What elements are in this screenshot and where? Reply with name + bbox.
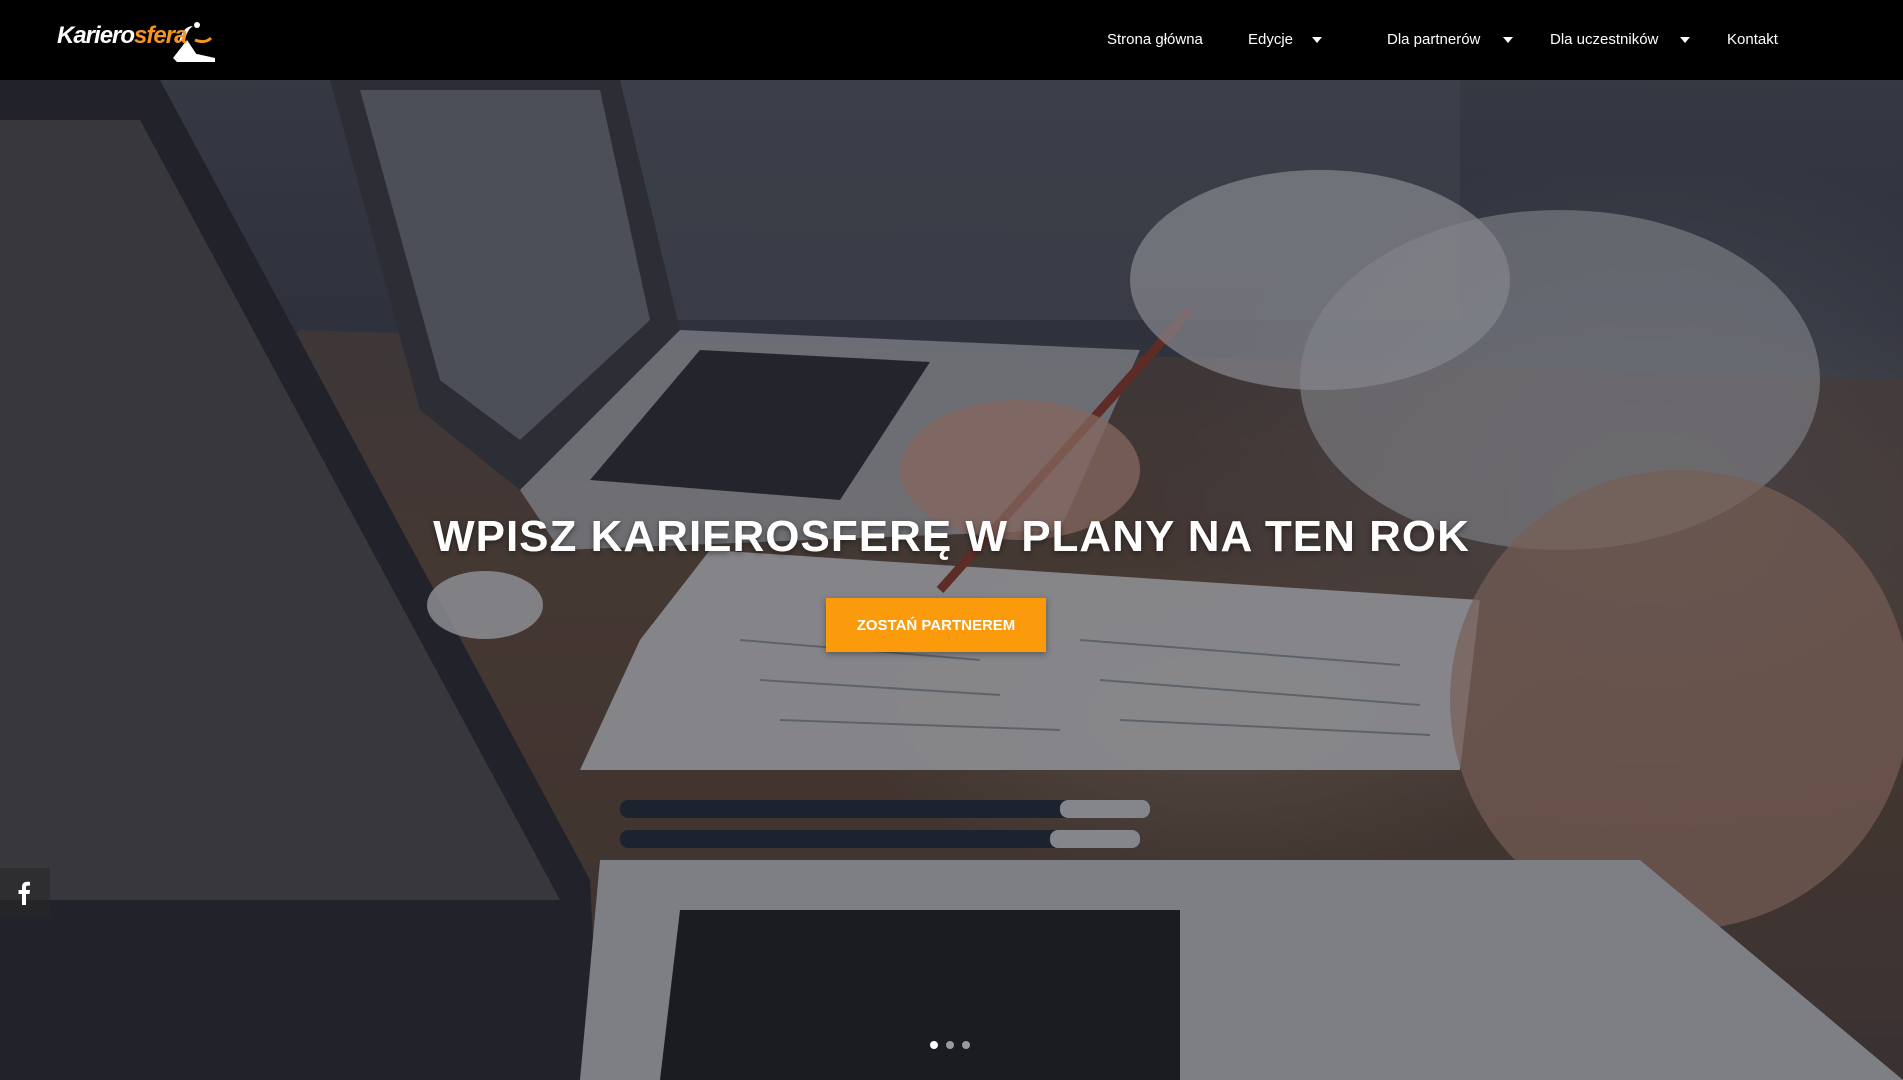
caret-down-icon[interactable] (1312, 37, 1322, 43)
site-header: Karierosfera Strona główna Edycje Dla pa… (0, 0, 1903, 80)
nav-item-contact[interactable]: Kontakt (1727, 28, 1778, 52)
nav-item-home[interactable]: Strona główna (1107, 28, 1203, 52)
slider-dot-2[interactable] (946, 1041, 954, 1049)
facebook-button[interactable] (0, 868, 50, 918)
caret-down-icon[interactable] (1503, 37, 1513, 43)
hero-headline: WPISZ KARIEROSFERĘ W PLANY NA TEN ROK (433, 512, 1470, 561)
hero-dark-overlay (0, 80, 1903, 1080)
caret-down-icon[interactable] (1680, 37, 1690, 43)
facebook-icon (18, 881, 30, 905)
become-partner-button[interactable]: ZOSTAŃ PARTNEREM (826, 598, 1046, 652)
slider-dot-3[interactable] (962, 1041, 970, 1049)
main-navigation: Strona główna Edycje Dla partnerów Dla u… (0, 0, 1903, 80)
slider-dot-1[interactable] (930, 1041, 938, 1049)
nav-item-for-partners[interactable]: Dla partnerów (1387, 28, 1480, 52)
nav-item-editions[interactable]: Edycje (1248, 28, 1293, 52)
nav-item-for-participants[interactable]: Dla uczestników (1550, 28, 1658, 52)
hero-slider: WPISZ KARIEROSFERĘ W PLANY NA TEN ROK ZO… (0, 80, 1903, 1080)
